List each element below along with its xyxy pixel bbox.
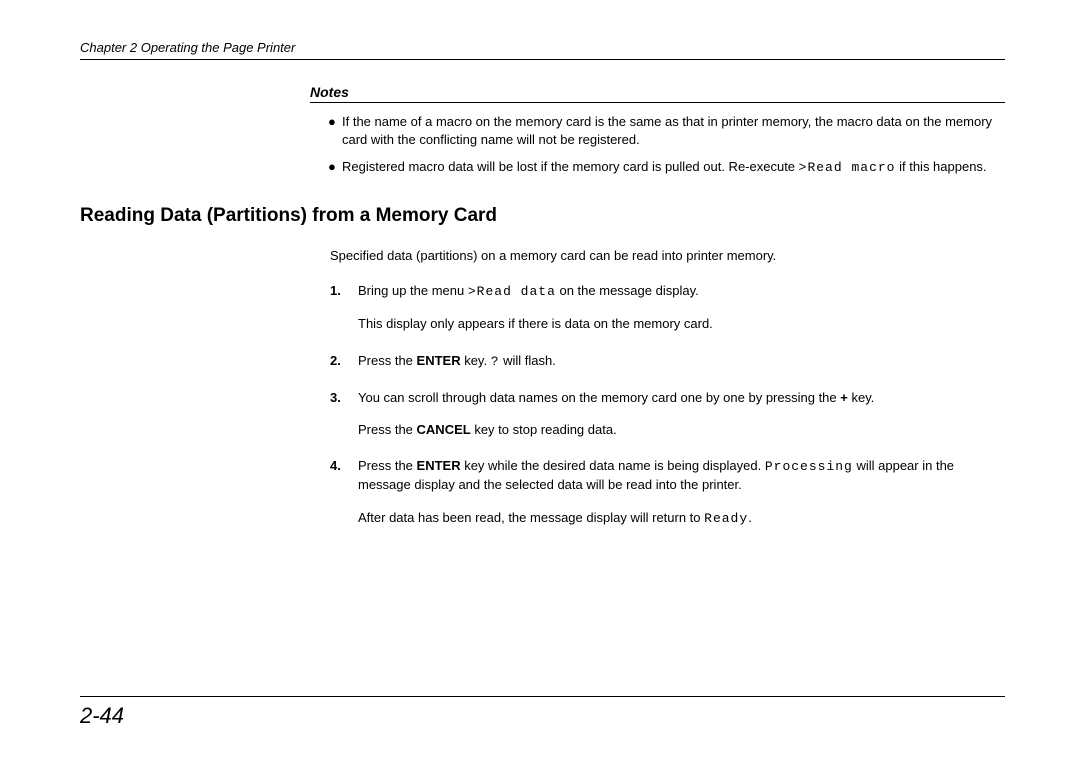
step-4: 4. Press the ENTER key while the desired… bbox=[330, 457, 1005, 528]
step-2: 2. Press the ENTER key. ? will flash. bbox=[330, 352, 1005, 371]
bullet-icon: ● bbox=[328, 113, 342, 148]
page: Chapter 2 Operating the Page Printer Not… bbox=[0, 0, 1080, 764]
list-item: ● If the name of a macro on the memory c… bbox=[328, 113, 1005, 148]
footer: 2-44 bbox=[80, 696, 1005, 729]
step-1: 1. Bring up the menu >Read data on the m… bbox=[330, 282, 1005, 333]
notes-heading: Notes bbox=[310, 84, 1005, 103]
step-body: Press the ENTER key while the desired da… bbox=[358, 457, 1005, 528]
step-number: 4. bbox=[330, 457, 358, 528]
code-text: Processing bbox=[765, 459, 853, 474]
code-text: >Read data bbox=[468, 284, 556, 299]
code-text: Ready bbox=[704, 511, 748, 526]
key-name: ENTER bbox=[417, 458, 461, 473]
section-heading: Reading Data (Partitions) from a Memory … bbox=[80, 205, 1005, 227]
key-name: + bbox=[840, 390, 848, 405]
step-body: Bring up the menu >Read data on the mess… bbox=[358, 282, 1005, 333]
step-number: 1. bbox=[330, 282, 358, 333]
bullet-icon: ● bbox=[328, 158, 342, 177]
running-header: Chapter 2 Operating the Page Printer bbox=[80, 40, 1005, 60]
step-number: 3. bbox=[330, 389, 358, 439]
step-body: Press the ENTER key. ? will flash. bbox=[358, 352, 1005, 371]
step-3: 3. You can scroll through data names on … bbox=[330, 389, 1005, 439]
note-text: If the name of a macro on the memory car… bbox=[342, 113, 1005, 148]
notes-list: ● If the name of a macro on the memory c… bbox=[310, 113, 1005, 177]
section-intro: Specified data (partitions) on a memory … bbox=[330, 247, 1005, 265]
step-list: 1. Bring up the menu >Read data on the m… bbox=[330, 282, 1005, 528]
notes-block: Notes ● If the name of a macro on the me… bbox=[310, 84, 1005, 177]
step-number: 2. bbox=[330, 352, 358, 371]
page-number: 2-44 bbox=[80, 703, 1005, 729]
code-text: ? bbox=[491, 354, 500, 369]
key-name: CANCEL bbox=[417, 422, 471, 437]
step-body: You can scroll through data names on the… bbox=[358, 389, 1005, 439]
note-text: Registered macro data will be lost if th… bbox=[342, 158, 1005, 177]
code-text: >Read macro bbox=[799, 160, 896, 175]
key-name: ENTER bbox=[417, 353, 461, 368]
list-item: ● Registered macro data will be lost if … bbox=[328, 158, 1005, 177]
